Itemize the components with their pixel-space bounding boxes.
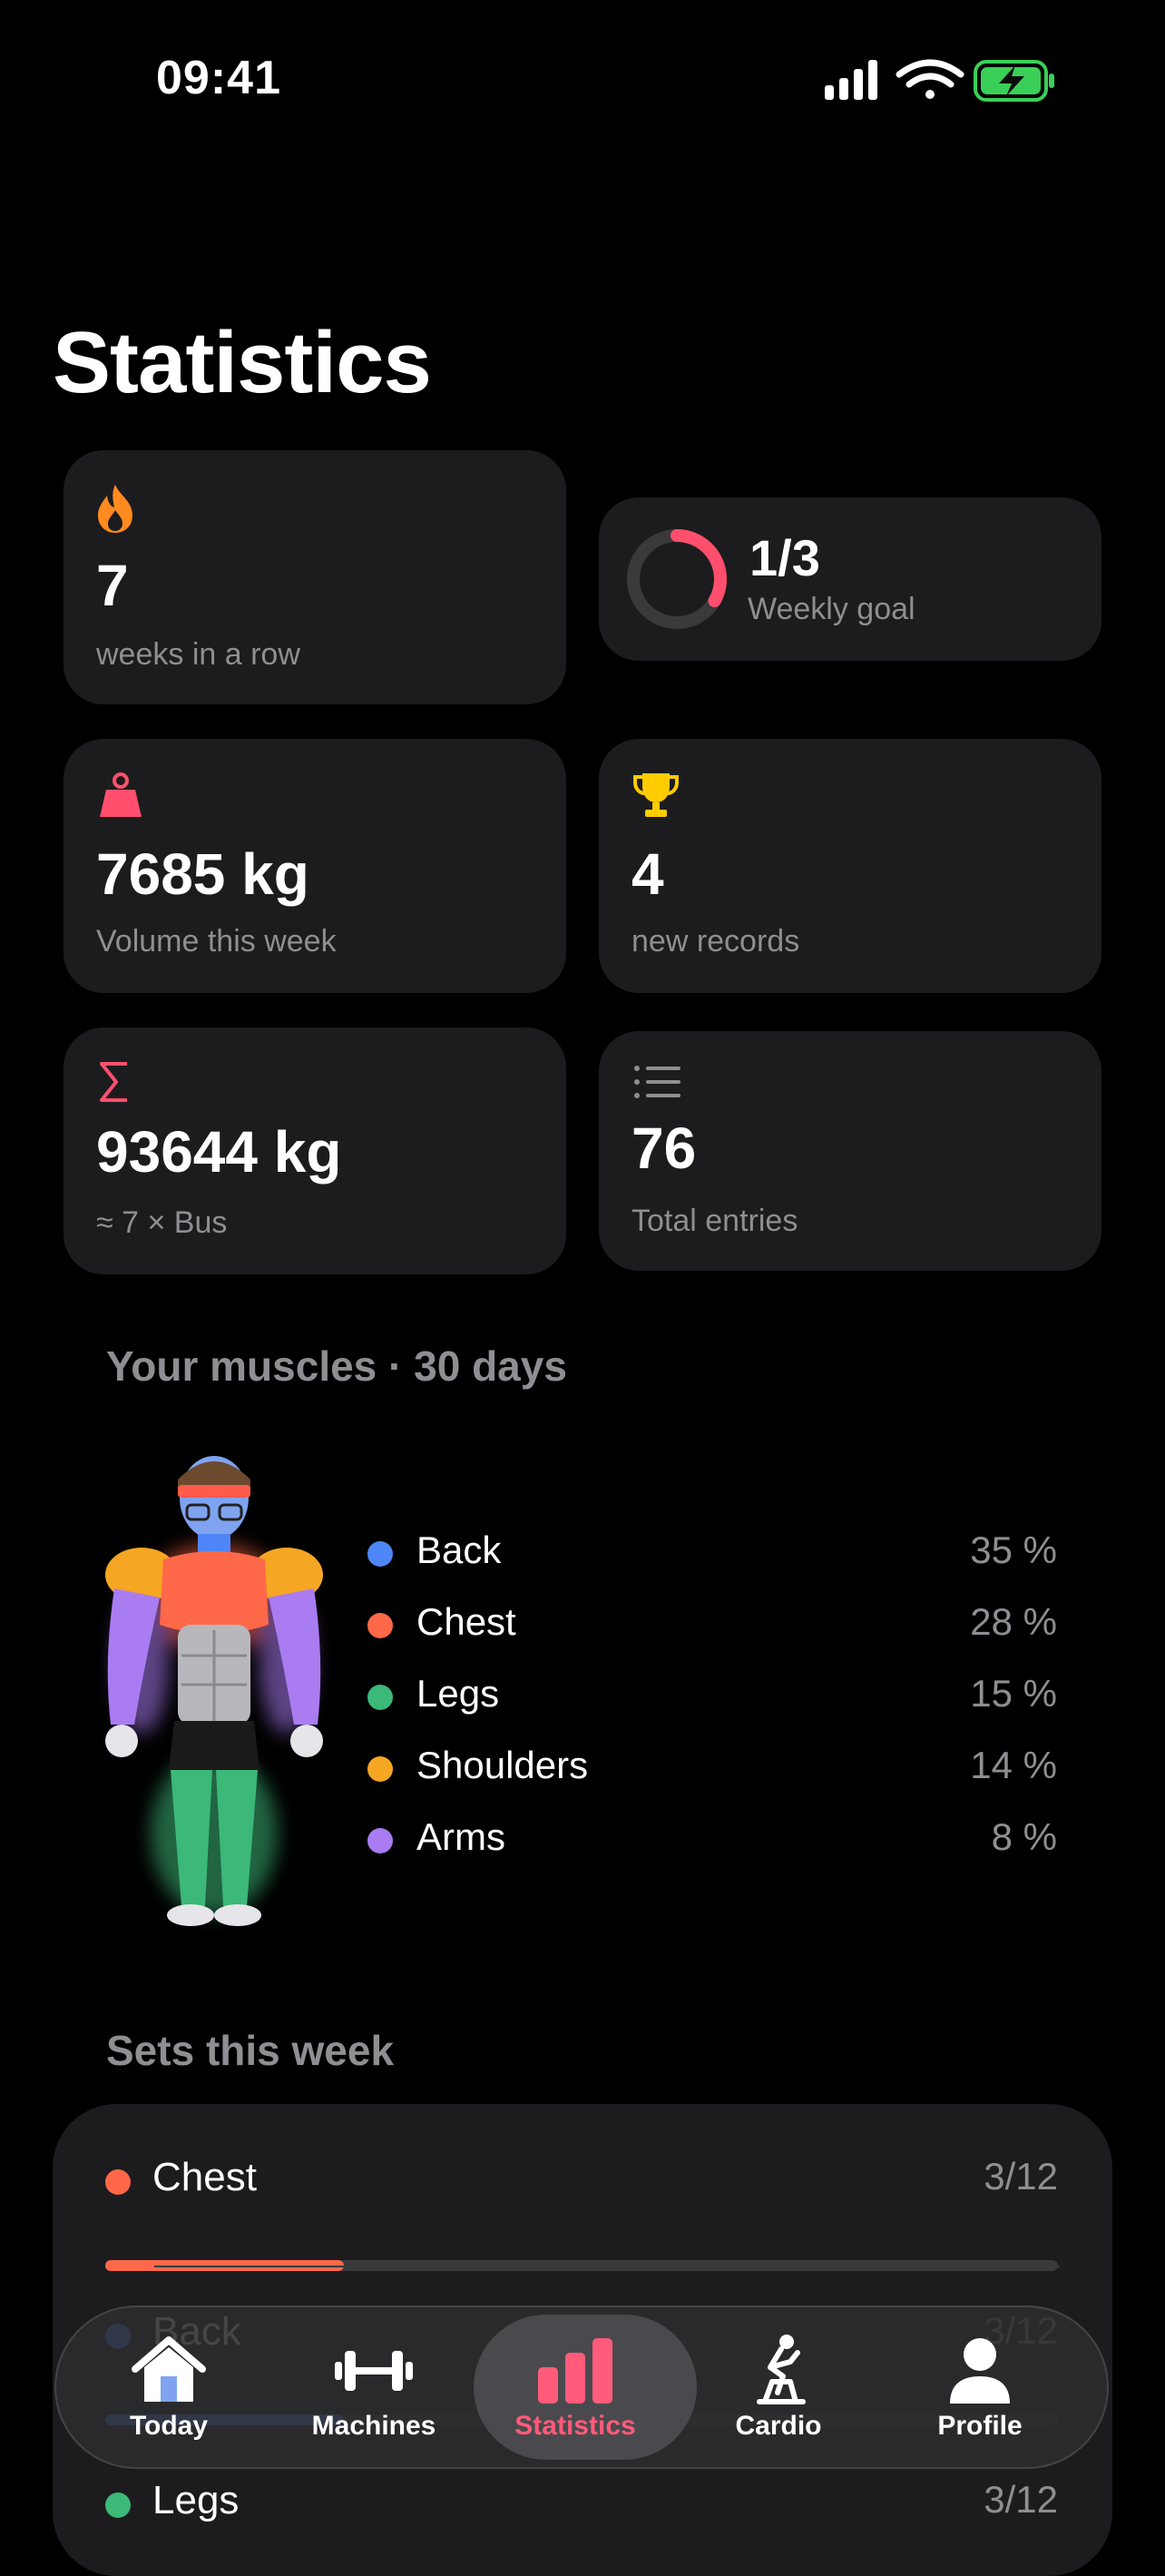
tab-today[interactable]: Today [69, 2307, 269, 2467]
entries-value: 76 [631, 1116, 697, 1181]
muscle-percentage: 8 % [991, 1815, 1057, 1858]
cellular-signal-icon [825, 60, 877, 100]
total-volume-label: ≈ 7 × Bus [96, 1205, 228, 1240]
tab-bar: Today Machines Statistics Cardio Profile [54, 2306, 1109, 2469]
wifi-icon [896, 59, 964, 99]
weekly-goal-card[interactable]: 1/3 Weekly goal [599, 497, 1101, 661]
set-dot [105, 2492, 131, 2518]
volume-label: Volume this week [96, 924, 337, 959]
tab-statistics[interactable]: Statistics [474, 2307, 697, 2467]
sets-section-title: Sets this week [106, 2027, 395, 2074]
muscles-section-title: Your muscles · 30 days [106, 1342, 567, 1390]
trophy-icon [633, 773, 679, 817]
volume-card[interactable]: 7685 kg Volume this week [64, 739, 566, 993]
muscle-percentage: 28 % [970, 1600, 1057, 1643]
dumbbell-icon [335, 2351, 413, 2391]
muscle-percentage: 14 % [970, 1744, 1057, 1786]
muscle-percentage: 35 % [970, 1529, 1057, 1571]
muscle-name: Legs [416, 1672, 500, 1715]
records-value: 4 [631, 841, 664, 907]
list-icon [634, 1066, 680, 1098]
muscle-name: Shoulders [416, 1744, 589, 1786]
muscle-body-figure [105, 1456, 323, 1926]
muscle-legend-row: Shoulders 14 % [367, 1736, 1057, 1800]
set-muscle-name: Chest [152, 2155, 257, 2199]
person-icon [950, 2338, 1010, 2404]
set-dot [105, 2169, 131, 2195]
goal-progress-ring [627, 529, 727, 629]
tab-machines[interactable]: Machines [274, 2307, 474, 2467]
tab-cardio-label: Cardio [735, 2411, 822, 2441]
sets-divider [154, 2266, 1060, 2267]
legend-dot [367, 1685, 393, 1710]
legend-dot [367, 1613, 393, 1638]
legend-dot [367, 1541, 393, 1567]
muscle-percentage: 15 % [970, 1672, 1057, 1715]
bar-chart-icon [538, 2338, 612, 2404]
volume-value: 7685 kg [96, 841, 309, 907]
legend-dot [367, 1828, 393, 1853]
weekly-goal-value: 1/3 [749, 529, 820, 586]
streak-card[interactable]: 7 weeks in a row [64, 450, 566, 704]
muscle-name: Arms [416, 1815, 505, 1858]
tab-statistics-label: Statistics [514, 2411, 636, 2441]
muscle-name: Chest [416, 1600, 516, 1643]
records-card[interactable]: 4 new records [599, 739, 1101, 993]
set-count: 3/12 [984, 2478, 1058, 2521]
tab-cardio[interactable]: Cardio [679, 2307, 878, 2467]
tab-profile-label: Profile [937, 2411, 1023, 2441]
entries-card[interactable]: 76 Total entries [599, 1031, 1101, 1271]
set-muscle-name: Legs [152, 2478, 240, 2522]
sum-sigma-icon [100, 1062, 127, 1102]
muscle-legend-row: Back 35 % [367, 1521, 1057, 1585]
muscle-name: Back [416, 1529, 502, 1571]
muscle-legend-row: Chest 28 % [367, 1593, 1057, 1657]
total-volume-value: 93644 kg [96, 1119, 342, 1185]
total-volume-card[interactable]: 93644 kg ≈ 7 × Bus [64, 1027, 566, 1274]
streak-label: weeks in a row [96, 637, 300, 672]
status-time: 09:41 [156, 52, 281, 104]
tab-profile[interactable]: Profile [880, 2307, 1080, 2467]
entries-label: Total entries [631, 1204, 798, 1238]
muscle-legend-row: Arms 8 % [367, 1808, 1057, 1872]
flame-icon [98, 485, 132, 533]
tab-machines-label: Machines [311, 2411, 436, 2441]
house-icon [132, 2336, 206, 2402]
weekly-goal-label: Weekly goal [748, 592, 915, 626]
exercise-bike-icon [757, 2335, 806, 2404]
tab-today-label: Today [129, 2411, 209, 2441]
legend-dot [367, 1756, 393, 1782]
records-label: new records [631, 924, 800, 959]
streak-value: 7 [96, 553, 129, 618]
kettlebell-weight-icon [100, 772, 142, 817]
battery-charging-icon [974, 60, 1054, 102]
muscle-legend-row: Legs 15 % [367, 1665, 1057, 1728]
page-title: Statistics [53, 314, 432, 411]
set-count: 3/12 [984, 2155, 1058, 2197]
status-icons [825, 59, 1054, 102]
